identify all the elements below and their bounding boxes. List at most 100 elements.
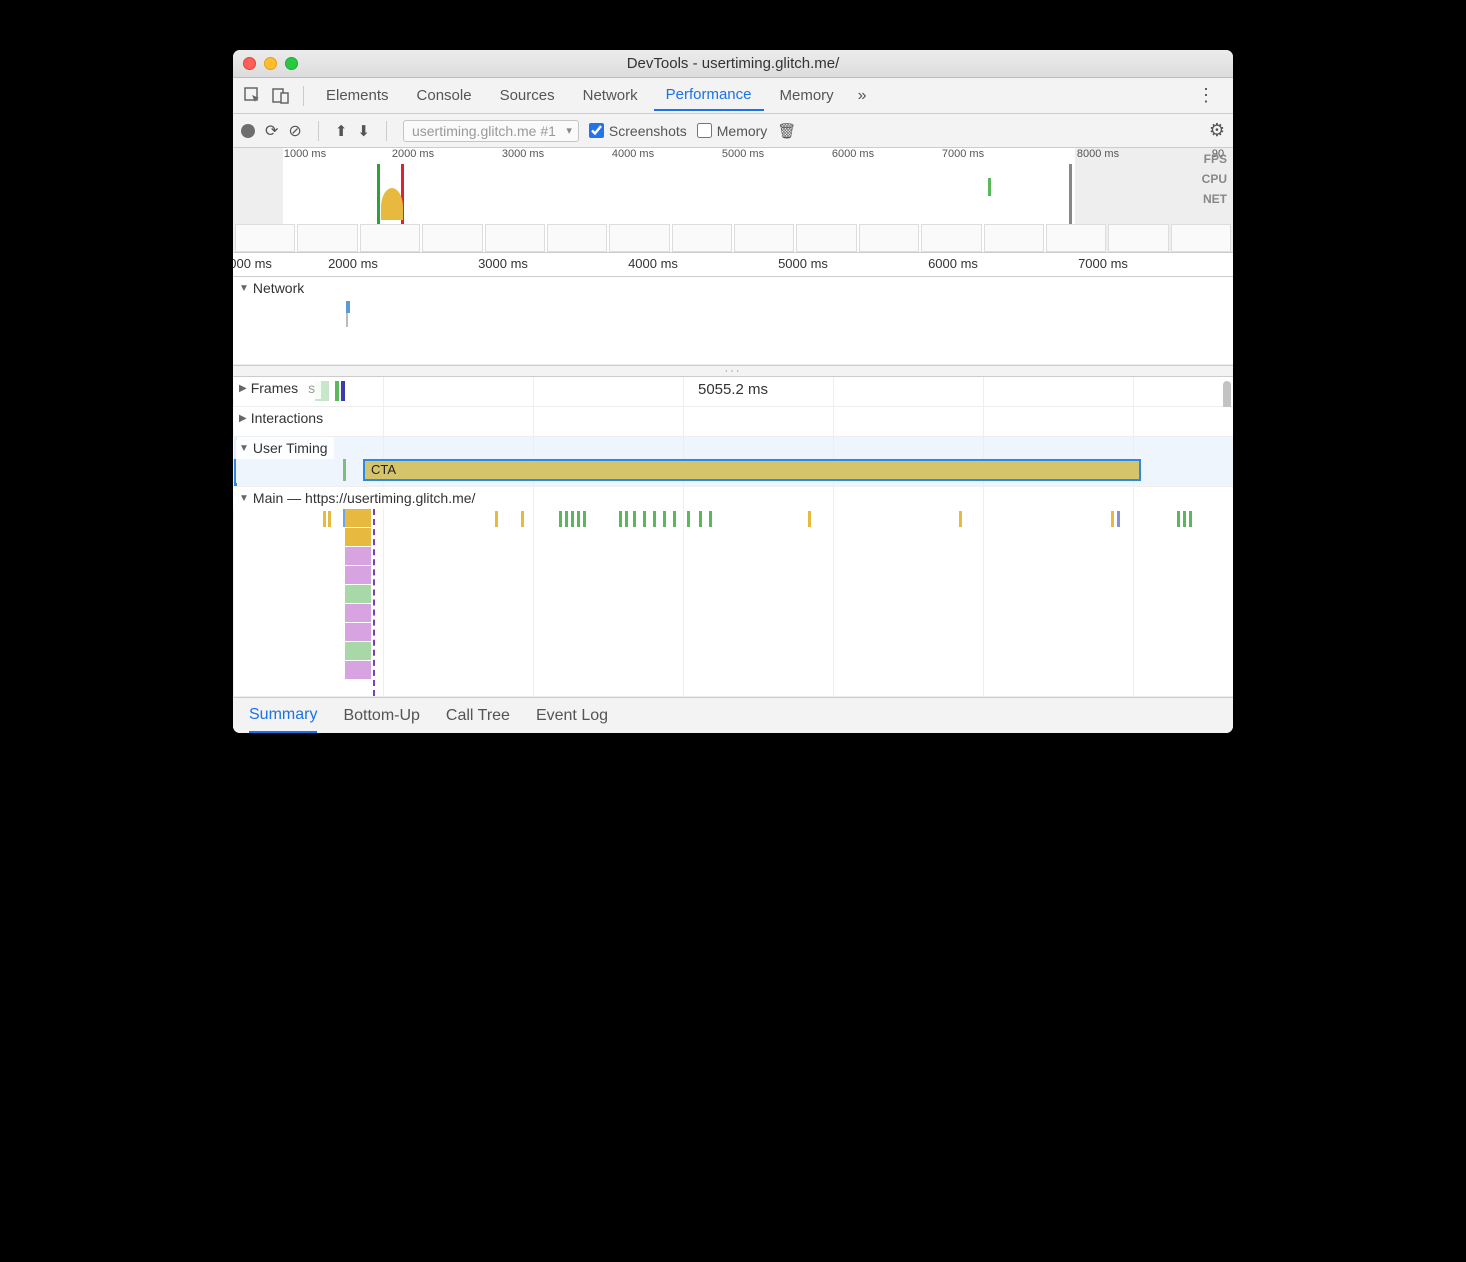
user-timing-track[interactable]: ▼ User Timing CTA <box>233 437 1233 487</box>
task-tick[interactable] <box>1117 511 1120 527</box>
network-request-bar[interactable] <box>346 301 350 313</box>
reload-record-icon[interactable]: ⟳ <box>265 121 278 141</box>
frame-block[interactable] <box>341 381 345 401</box>
garbage-collect-icon[interactable]: 🗑 <box>777 122 796 140</box>
ov-tick: 3000 ms <box>502 148 544 160</box>
task-tick[interactable] <box>328 511 331 527</box>
interactions-track[interactable]: ▶ Interactions <box>233 407 1233 437</box>
task-tick[interactable] <box>709 511 712 527</box>
task-tick[interactable] <box>1189 511 1192 527</box>
task-tick[interactable] <box>323 511 326 527</box>
record-icon[interactable] <box>241 124 255 138</box>
task-tick[interactable] <box>673 511 676 527</box>
task-tick[interactable] <box>495 511 498 527</box>
user-timing-header[interactable]: ▼ User Timing <box>233 437 334 459</box>
tab-bottom-up[interactable]: Bottom-Up <box>343 700 419 732</box>
ruler-tick: 2000 ms <box>328 256 378 271</box>
save-profile-icon[interactable]: ⬇ <box>357 122 370 140</box>
tab-summary[interactable]: Summary <box>249 699 317 733</box>
ruler-tick: 4000 ms <box>628 256 678 271</box>
task-tick[interactable] <box>571 511 574 527</box>
cta-label: CTA <box>371 462 396 477</box>
perf-toolbar: ⟳ ⊘ ⬆ ⬇ usertiming.glitch.me #1 Screensh… <box>233 114 1233 148</box>
task-tick[interactable] <box>643 511 646 527</box>
fps-label: FPS <box>1204 152 1227 166</box>
task-tick[interactable] <box>559 511 562 527</box>
screenshots-label: Screenshots <box>609 123 687 139</box>
tab-network[interactable]: Network <box>571 81 650 110</box>
recording-select-value: usertiming.glitch.me #1 <box>412 123 556 139</box>
ruler-tick: 6000 ms <box>928 256 978 271</box>
network-track[interactable]: ▼ Network <box>233 277 1233 365</box>
screenshots-checkbox[interactable] <box>589 123 604 138</box>
task-tick[interactable] <box>521 511 524 527</box>
pane-resizer[interactable]: ··· <box>233 365 1233 377</box>
network-request-bar[interactable] <box>346 313 348 327</box>
task-tick[interactable] <box>565 511 568 527</box>
task-tick[interactable] <box>1177 511 1180 527</box>
frames-suffix: s <box>308 380 315 396</box>
task-tick[interactable] <box>633 511 636 527</box>
memory-checkbox[interactable] <box>697 123 712 138</box>
overview-marker <box>377 164 380 224</box>
load-profile-icon[interactable]: ⬆ <box>335 122 348 140</box>
tab-elements[interactable]: Elements <box>314 81 401 110</box>
detail-ruler[interactable]: 1000 ms 2000 ms 3000 ms 4000 ms 5000 ms … <box>233 253 1233 277</box>
network-label: Network <box>253 280 304 296</box>
recording-select[interactable]: usertiming.glitch.me #1 <box>403 120 579 142</box>
inspect-element-icon[interactable] <box>241 87 265 105</box>
task-tick[interactable] <box>1183 511 1186 527</box>
task-tick[interactable] <box>619 511 622 527</box>
separator <box>318 121 319 141</box>
tab-memory[interactable]: Memory <box>768 81 846 110</box>
task-tick[interactable] <box>1111 511 1114 527</box>
ov-tick: 8000 ms <box>1077 148 1119 160</box>
chevron-down-icon: ▼ <box>239 493 249 504</box>
ov-tick: 4000 ms <box>612 148 654 160</box>
panel-tabs: Elements Console Sources Network Perform… <box>233 78 1233 114</box>
task-tick[interactable] <box>577 511 580 527</box>
chevron-right-icon: ▶ <box>239 383 247 394</box>
tabs-overflow-icon[interactable]: » <box>850 87 875 105</box>
task-tick[interactable] <box>663 511 666 527</box>
task-tick[interactable] <box>959 511 962 527</box>
chevron-down-icon: ▼ <box>239 283 249 294</box>
task-tick[interactable] <box>583 511 586 527</box>
settings-icon[interactable]: ⚙ <box>1209 120 1225 141</box>
overview-pane[interactable]: 1000 ms 2000 ms 3000 ms 4000 ms 5000 ms … <box>233 148 1233 253</box>
task-tick[interactable] <box>653 511 656 527</box>
time-cursor[interactable] <box>373 509 375 696</box>
timing-mark[interactable] <box>343 459 346 481</box>
main-thread-track[interactable]: ▼ Main — https://usertiming.glitch.me/ <box>233 487 1233 697</box>
screenshots-toggle[interactable]: Screenshots <box>589 123 687 139</box>
task-tick[interactable] <box>808 511 811 527</box>
memory-toggle[interactable]: Memory <box>697 123 768 139</box>
frame-block[interactable] <box>335 381 339 401</box>
frames-track[interactable]: ▶ Frames s 5055.2 ms <box>233 377 1233 407</box>
task-tick[interactable] <box>699 511 702 527</box>
grid-lines <box>233 407 1233 436</box>
clear-icon[interactable]: ⊘ <box>288 121 301 141</box>
tab-call-tree[interactable]: Call Tree <box>446 700 510 732</box>
task-tick[interactable] <box>625 511 628 527</box>
device-toolbar-icon[interactable] <box>269 87 293 105</box>
memory-label: Memory <box>717 123 768 139</box>
interactions-header[interactable]: ▶ Interactions <box>233 407 329 429</box>
network-header[interactable]: ▼ Network <box>233 277 310 299</box>
cta-measure-bar[interactable]: CTA <box>363 459 1141 481</box>
overview-window-edge[interactable] <box>1069 164 1072 224</box>
chevron-right-icon: ▶ <box>239 413 247 424</box>
kebab-menu-icon[interactable]: ⋮ <box>1187 85 1225 106</box>
tab-event-log[interactable]: Event Log <box>536 700 608 732</box>
frames-header[interactable]: ▶ Frames s <box>233 377 321 399</box>
task-tick[interactable] <box>687 511 690 527</box>
frame-duration: 5055.2 ms <box>698 381 768 398</box>
screenshot-strip[interactable] <box>233 224 1233 252</box>
flamechart-area[interactable]: ▼ Network ··· ▶ Frames s 5055.2 ms <box>233 277 1233 697</box>
main-header[interactable]: ▼ Main — https://usertiming.glitch.me/ <box>233 487 481 509</box>
tab-console[interactable]: Console <box>405 81 484 110</box>
tab-performance[interactable]: Performance <box>654 80 764 111</box>
flame-stack[interactable] <box>345 509 371 696</box>
frame-bar <box>988 178 991 196</box>
tab-sources[interactable]: Sources <box>488 81 567 110</box>
